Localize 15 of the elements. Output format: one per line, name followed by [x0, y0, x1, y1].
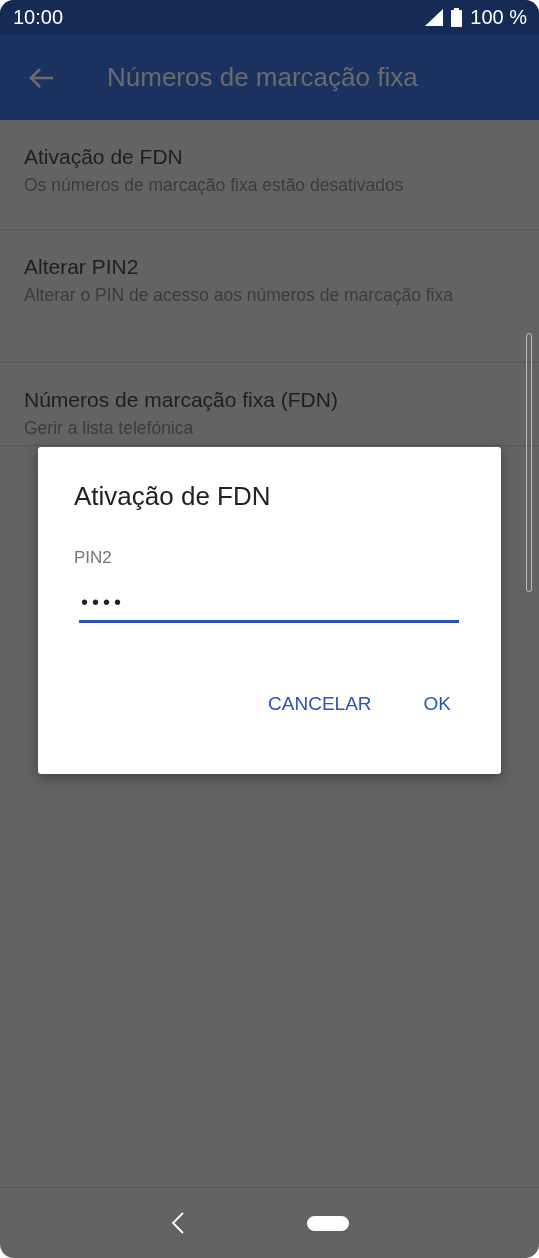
battery-icon	[451, 8, 463, 27]
item-title: Ativação de FDN	[24, 145, 184, 169]
item-title: Alterar PIN2	[24, 255, 140, 279]
screen-title: Números de marcação fixa	[107, 62, 418, 93]
dialog-button[interactable]: CANCELAR	[268, 693, 372, 715]
item-title: Números de marcação fixa (FDN)	[24, 388, 339, 412]
dialog-button[interactable]: OK	[423, 693, 451, 715]
clock: 10:00	[13, 6, 64, 29]
pin-input-field[interactable]: ••••	[79, 584, 459, 623]
back-icon[interactable]	[170, 1212, 185, 1234]
battery-level: 100 %	[470, 6, 527, 29]
field-label: PIN2	[74, 548, 113, 568]
signal-icon	[425, 9, 444, 26]
dialog-title: Ativação de FDN	[74, 481, 272, 512]
home-button[interactable]	[306, 1215, 349, 1231]
